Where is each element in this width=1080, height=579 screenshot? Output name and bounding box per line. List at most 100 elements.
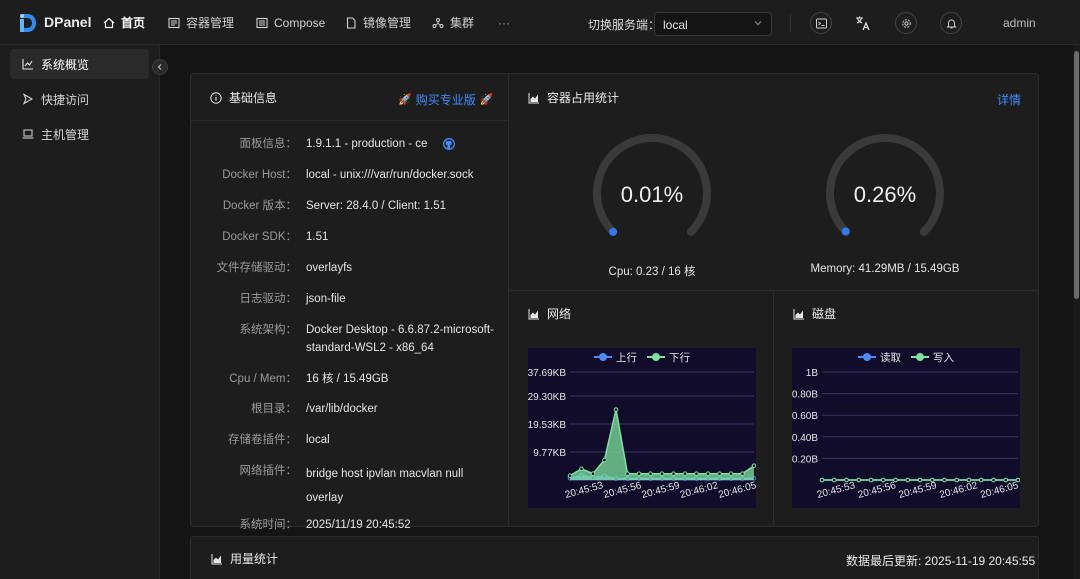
gauge-value-indicator bbox=[609, 227, 618, 236]
server-select-value: local bbox=[663, 18, 688, 32]
data-point bbox=[751, 463, 756, 468]
top-navigation-bar: DPanel 首页 容器管理 Compose 镜像管理 集群 ··· 切换服务端… bbox=[0, 0, 1080, 45]
network-title: 网络 bbox=[528, 305, 571, 322]
nav-cluster[interactable]: 集群 bbox=[432, 0, 474, 45]
data-point bbox=[590, 471, 596, 476]
y-tick-label: 0.80B bbox=[792, 390, 818, 401]
info-row-key: 日志驱动： bbox=[239, 293, 298, 305]
data-point bbox=[880, 477, 886, 483]
data-point bbox=[705, 471, 711, 476]
settings-button[interactable] bbox=[895, 12, 917, 34]
data-point bbox=[819, 477, 825, 483]
sidebar-item-label: 主机管理 bbox=[41, 127, 90, 142]
buy-pro-link[interactable]: 🚀 购买专业版 🚀 bbox=[398, 91, 493, 108]
usage-stats-title-text: 用量统计 bbox=[230, 552, 279, 566]
divider bbox=[191, 120, 508, 121]
user-menu[interactable]: admin bbox=[1003, 16, 1036, 30]
data-point bbox=[671, 471, 676, 476]
legend-marker bbox=[863, 353, 871, 361]
server-switch-label: 切换服务端： bbox=[588, 18, 661, 32]
memory-percent: 0.26% bbox=[853, 182, 917, 207]
x-tick-label: 20:45:56 bbox=[602, 480, 643, 501]
cpu-caption: Cpu: 0.23 / 16 核 bbox=[608, 266, 696, 278]
app-window: DPanel 首页 容器管理 Compose 镜像管理 集群 ··· 切换服务端… bbox=[0, 0, 1080, 579]
nav-home[interactable]: 首页 bbox=[103, 0, 145, 45]
data-point bbox=[1003, 477, 1009, 483]
data-point bbox=[567, 473, 573, 479]
file-icon bbox=[346, 16, 356, 29]
data-point bbox=[717, 471, 722, 476]
page-scrollbar[interactable] bbox=[1073, 45, 1080, 579]
github-icon[interactable] bbox=[443, 138, 455, 150]
y-tick-label: 0.20B bbox=[792, 454, 818, 465]
cpu-percent: 0.01% bbox=[620, 182, 684, 207]
info-row-key: 文件存储驱动： bbox=[216, 262, 298, 274]
basic-info-title: 基础信息 bbox=[210, 89, 277, 106]
memory-caption: Memory: 41.29MB / 15.49GB bbox=[810, 263, 960, 275]
chevron-down-icon bbox=[754, 21, 762, 26]
nav-compose[interactable]: Compose bbox=[256, 0, 325, 45]
compose-icon bbox=[256, 17, 268, 28]
info-row-key: 根目录： bbox=[251, 403, 297, 415]
y-tick-label: 9.77KB bbox=[533, 448, 566, 459]
divider bbox=[790, 14, 791, 32]
nav-images[interactable]: 镜像管理 bbox=[345, 0, 411, 45]
data-point bbox=[954, 477, 960, 483]
info-row-key: 存储卷插件： bbox=[228, 434, 297, 446]
y-tick-label: 0.40B bbox=[792, 433, 818, 444]
brand-name: DPanel bbox=[44, 14, 92, 30]
series-area bbox=[570, 409, 754, 480]
notification-button[interactable] bbox=[940, 12, 962, 34]
disk-title-text: 磁盘 bbox=[812, 307, 837, 321]
y-tick-label: 29.30KB bbox=[528, 392, 566, 403]
x-tick-label: 20:45:59 bbox=[641, 480, 682, 501]
info-row-value: local - unix:///var/run/docker.sock bbox=[306, 169, 474, 181]
server-select[interactable]: local bbox=[654, 12, 772, 36]
legend-marker bbox=[916, 353, 924, 361]
chart-icon bbox=[22, 59, 33, 70]
info-row-value: local bbox=[306, 434, 330, 446]
x-tick-label: 20:45:59 bbox=[898, 480, 939, 501]
y-tick-label: 1B bbox=[806, 368, 819, 379]
terminal-icon bbox=[815, 18, 827, 28]
nav-compose-label: Compose bbox=[274, 15, 326, 30]
sidebar-item-quick-access[interactable]: 快捷访问 bbox=[10, 84, 149, 114]
legend-marker bbox=[599, 353, 607, 361]
data-point bbox=[659, 471, 665, 476]
data-point bbox=[740, 471, 745, 476]
nav-home-label: 首页 bbox=[121, 16, 146, 30]
info-row-value: json-file bbox=[306, 293, 346, 305]
info-row-value: 2025/11/19 20:45:52 bbox=[306, 519, 411, 531]
info-row-key: Cpu / Mem： bbox=[229, 373, 297, 385]
info-row-value: Docker Desktop - 6.6.87.2-microsoft-stan… bbox=[306, 324, 494, 354]
data-point bbox=[636, 471, 642, 476]
network-title-text: 网络 bbox=[547, 307, 572, 321]
info-row-value: 1.51 bbox=[306, 231, 329, 243]
x-tick-label: 20:45:56 bbox=[857, 480, 898, 501]
translate-icon[interactable] bbox=[855, 15, 871, 31]
collapse-sidebar-button[interactable] bbox=[152, 59, 168, 75]
info-row-key: Docker 版本： bbox=[222, 200, 297, 212]
terminal-button[interactable] bbox=[810, 12, 832, 34]
dpanel-logo-icon[interactable] bbox=[16, 11, 40, 35]
legend-marker bbox=[652, 353, 660, 361]
x-tick-label: 20:46:05 bbox=[979, 480, 1020, 501]
data-point bbox=[648, 471, 653, 476]
sidebar-item-overview[interactable]: 系统概览 bbox=[10, 49, 149, 79]
nav-cluster-label: 集群 bbox=[450, 16, 475, 30]
data-point bbox=[991, 477, 996, 483]
legend-label: 下行 bbox=[669, 351, 690, 364]
nav-more-button[interactable]: ··· bbox=[498, 0, 510, 45]
sidebar-item-host-management[interactable]: 主机管理 bbox=[10, 119, 149, 149]
data-point bbox=[728, 471, 734, 476]
details-link[interactable]: 详情 bbox=[997, 91, 1021, 108]
disk-title: 磁盘 bbox=[793, 305, 836, 322]
bell-icon bbox=[945, 19, 957, 28]
cluster-icon bbox=[432, 17, 444, 28]
nav-containers[interactable]: 容器管理 bbox=[168, 0, 234, 45]
series-line bbox=[569, 409, 755, 477]
info-row-key: 系统时间： bbox=[239, 519, 298, 531]
scrollbar-thumb[interactable] bbox=[1074, 51, 1079, 299]
info-row-value: overlayfs bbox=[306, 262, 353, 274]
chevron-left-icon bbox=[157, 64, 162, 70]
